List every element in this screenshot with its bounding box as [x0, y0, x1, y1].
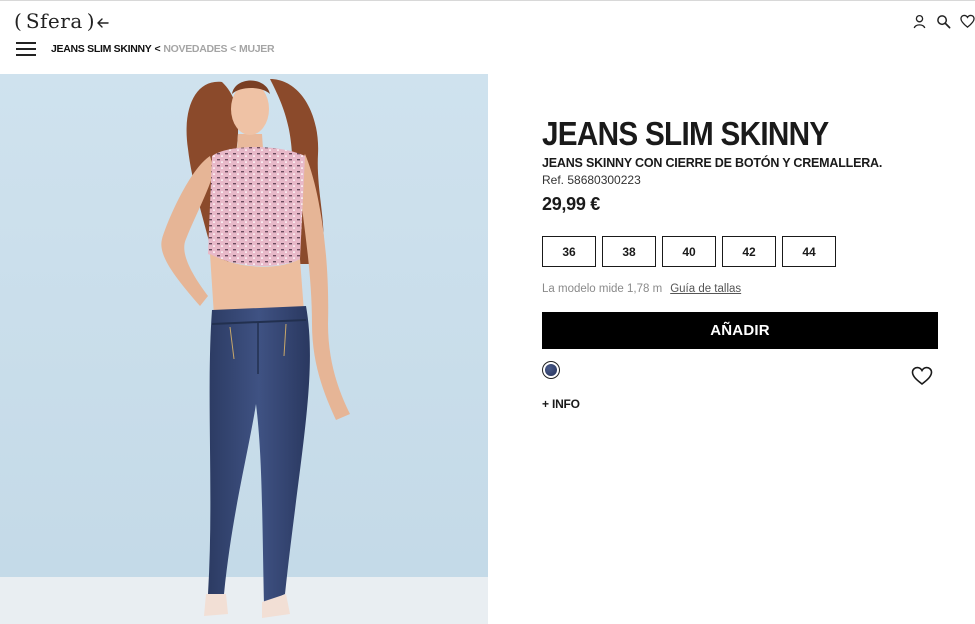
- color-swatch-dot: [545, 364, 557, 376]
- breadcrumb: JEANS SLIM SKINNY < NOVEDADES < MUJER: [51, 43, 275, 55]
- size-selector: 36 38 40 42 44: [542, 236, 836, 267]
- breadcrumb-link-mujer[interactable]: MUJER: [239, 43, 275, 55]
- breadcrumb-link-novedades[interactable]: NOVEDADES: [163, 43, 227, 55]
- user-icon[interactable]: [912, 14, 927, 29]
- logo-paren-open: (: [14, 9, 22, 33]
- top-border: [0, 0, 975, 1]
- menu-icon[interactable]: [16, 42, 36, 56]
- more-info-link[interactable]: + INFO: [542, 397, 580, 411]
- product-reference: Ref. 58680300223: [542, 173, 641, 187]
- search-icon[interactable]: [936, 14, 951, 29]
- model-height-note: La modelo mide 1,78 m Guía de tallas: [542, 283, 741, 295]
- add-to-cart-button[interactable]: AÑADIR: [542, 312, 938, 349]
- product-subtitle: JEANS SKINNY CON CIERRE DE BOTÓN Y CREMA…: [542, 156, 883, 170]
- logo-word: Sfera: [25, 9, 83, 33]
- breadcrumb-separator: <: [230, 43, 237, 55]
- size-option-40[interactable]: 40: [662, 236, 716, 267]
- product-price: 29,99 €: [542, 194, 600, 214]
- color-swatch[interactable]: [542, 361, 560, 379]
- header-actions: [912, 14, 975, 29]
- breadcrumb-current: JEANS SLIM SKINNY: [51, 43, 152, 55]
- model-height-text: La modelo mide 1,78 m: [542, 283, 663, 295]
- wishlist-heart-icon[interactable]: [911, 366, 933, 386]
- model-photo: [0, 74, 488, 624]
- sfera-logo[interactable]: ( Sfera ): [14, 6, 95, 36]
- size-guide-link[interactable]: Guía de tallas: [670, 283, 741, 295]
- product-info: JEANS SLIM SKINNY JEANS SKINNY CON CIERR…: [542, 116, 938, 215]
- size-option-36[interactable]: 36: [542, 236, 596, 267]
- breadcrumb-separator: <: [154, 43, 161, 55]
- logo-paren-close: ): [86, 9, 95, 33]
- back-arrow-icon[interactable]: [96, 16, 110, 30]
- size-option-44[interactable]: 44: [782, 236, 836, 267]
- heart-icon[interactable]: [960, 14, 975, 29]
- product-title: JEANS SLIM SKINNY: [542, 115, 829, 152]
- size-option-42[interactable]: 42: [722, 236, 776, 267]
- size-option-38[interactable]: 38: [602, 236, 656, 267]
- product-image[interactable]: [0, 74, 488, 624]
